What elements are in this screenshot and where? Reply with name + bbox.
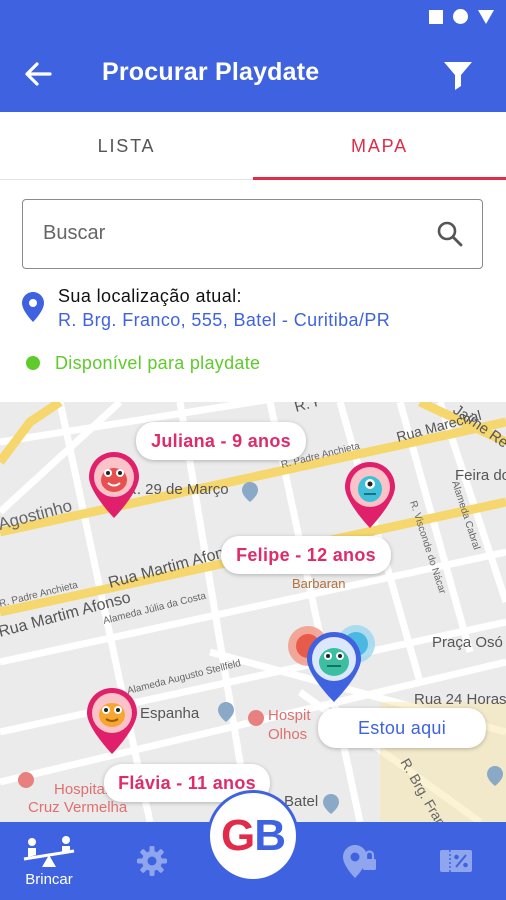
street-label: Praça Osó	[432, 634, 503, 651]
logo-letter-g: G	[220, 811, 255, 860]
nav-discounts[interactable]	[432, 822, 480, 900]
circle-icon	[453, 9, 468, 24]
status-bar	[0, 0, 506, 34]
street-label: Hospital	[54, 781, 108, 798]
seesaw-icon	[23, 835, 75, 867]
street-label: Rua 24 Horas	[414, 691, 506, 708]
discount-icon	[440, 850, 472, 872]
location-address[interactable]: R. Brg. Franco, 555, Batel - Curitiba/PR	[58, 310, 390, 331]
street-label: Barbaran	[292, 576, 345, 591]
street-label: Feira do	[455, 467, 506, 484]
location-lock-icon	[343, 845, 376, 878]
search-icon[interactable]	[436, 220, 464, 248]
kid-marker-juliana[interactable]	[86, 450, 142, 520]
tab-bar: LISTA MAPA	[0, 112, 506, 180]
filter-button[interactable]	[440, 56, 476, 92]
search-box	[22, 199, 483, 269]
tab-mapa[interactable]: MAPA	[253, 112, 506, 180]
tab-indicator	[253, 177, 506, 180]
kid-label-felipe[interactable]: Felipe - 12 anos	[221, 536, 391, 574]
search-input[interactable]	[43, 200, 423, 267]
filter-icon	[444, 62, 472, 90]
app-bar: Procurar Playdate	[0, 34, 506, 112]
kid-marker-flavia[interactable]	[84, 686, 140, 756]
nav-settings[interactable]	[128, 822, 176, 900]
arrow-back-icon	[25, 62, 52, 86]
you-are-here-label[interactable]: Estou aqui	[318, 708, 486, 748]
location-label: Sua localização atual:	[58, 286, 242, 306]
street-label: Hospit	[268, 707, 311, 724]
kid-marker-felipe[interactable]	[342, 460, 398, 530]
street-label: Olhos	[268, 726, 307, 743]
logo-letter-b: B	[254, 811, 286, 860]
map-view[interactable]: Agostinho Rua Martim Afonso Rua Martim A…	[0, 402, 506, 822]
street-label: Espanha	[140, 705, 200, 722]
nav-brincar-label: Brincar	[25, 870, 73, 888]
triangle-icon	[478, 9, 494, 24]
gb-logo-button[interactable]: GB	[207, 790, 299, 882]
back-button[interactable]	[18, 54, 58, 94]
map-streets: Agostinho Rua Martim Afonso Rua Martim A…	[0, 402, 506, 822]
tab-lista[interactable]: LISTA	[0, 112, 253, 180]
street-label: Cruz Vermelha	[28, 799, 128, 816]
page-title: Procurar Playdate	[102, 58, 320, 86]
availability-dot	[26, 356, 40, 370]
nav-brincar[interactable]: Brincar	[10, 822, 88, 900]
availability-status[interactable]: Disponível para playdate	[55, 353, 260, 374]
square-icon	[429, 9, 443, 24]
nav-private-location[interactable]	[336, 822, 384, 900]
location-pin-icon	[22, 292, 44, 322]
gear-icon	[137, 846, 167, 876]
my-location-marker[interactable]	[304, 630, 364, 704]
kid-label-juliana[interactable]: Juliana - 9 anos	[136, 422, 306, 460]
